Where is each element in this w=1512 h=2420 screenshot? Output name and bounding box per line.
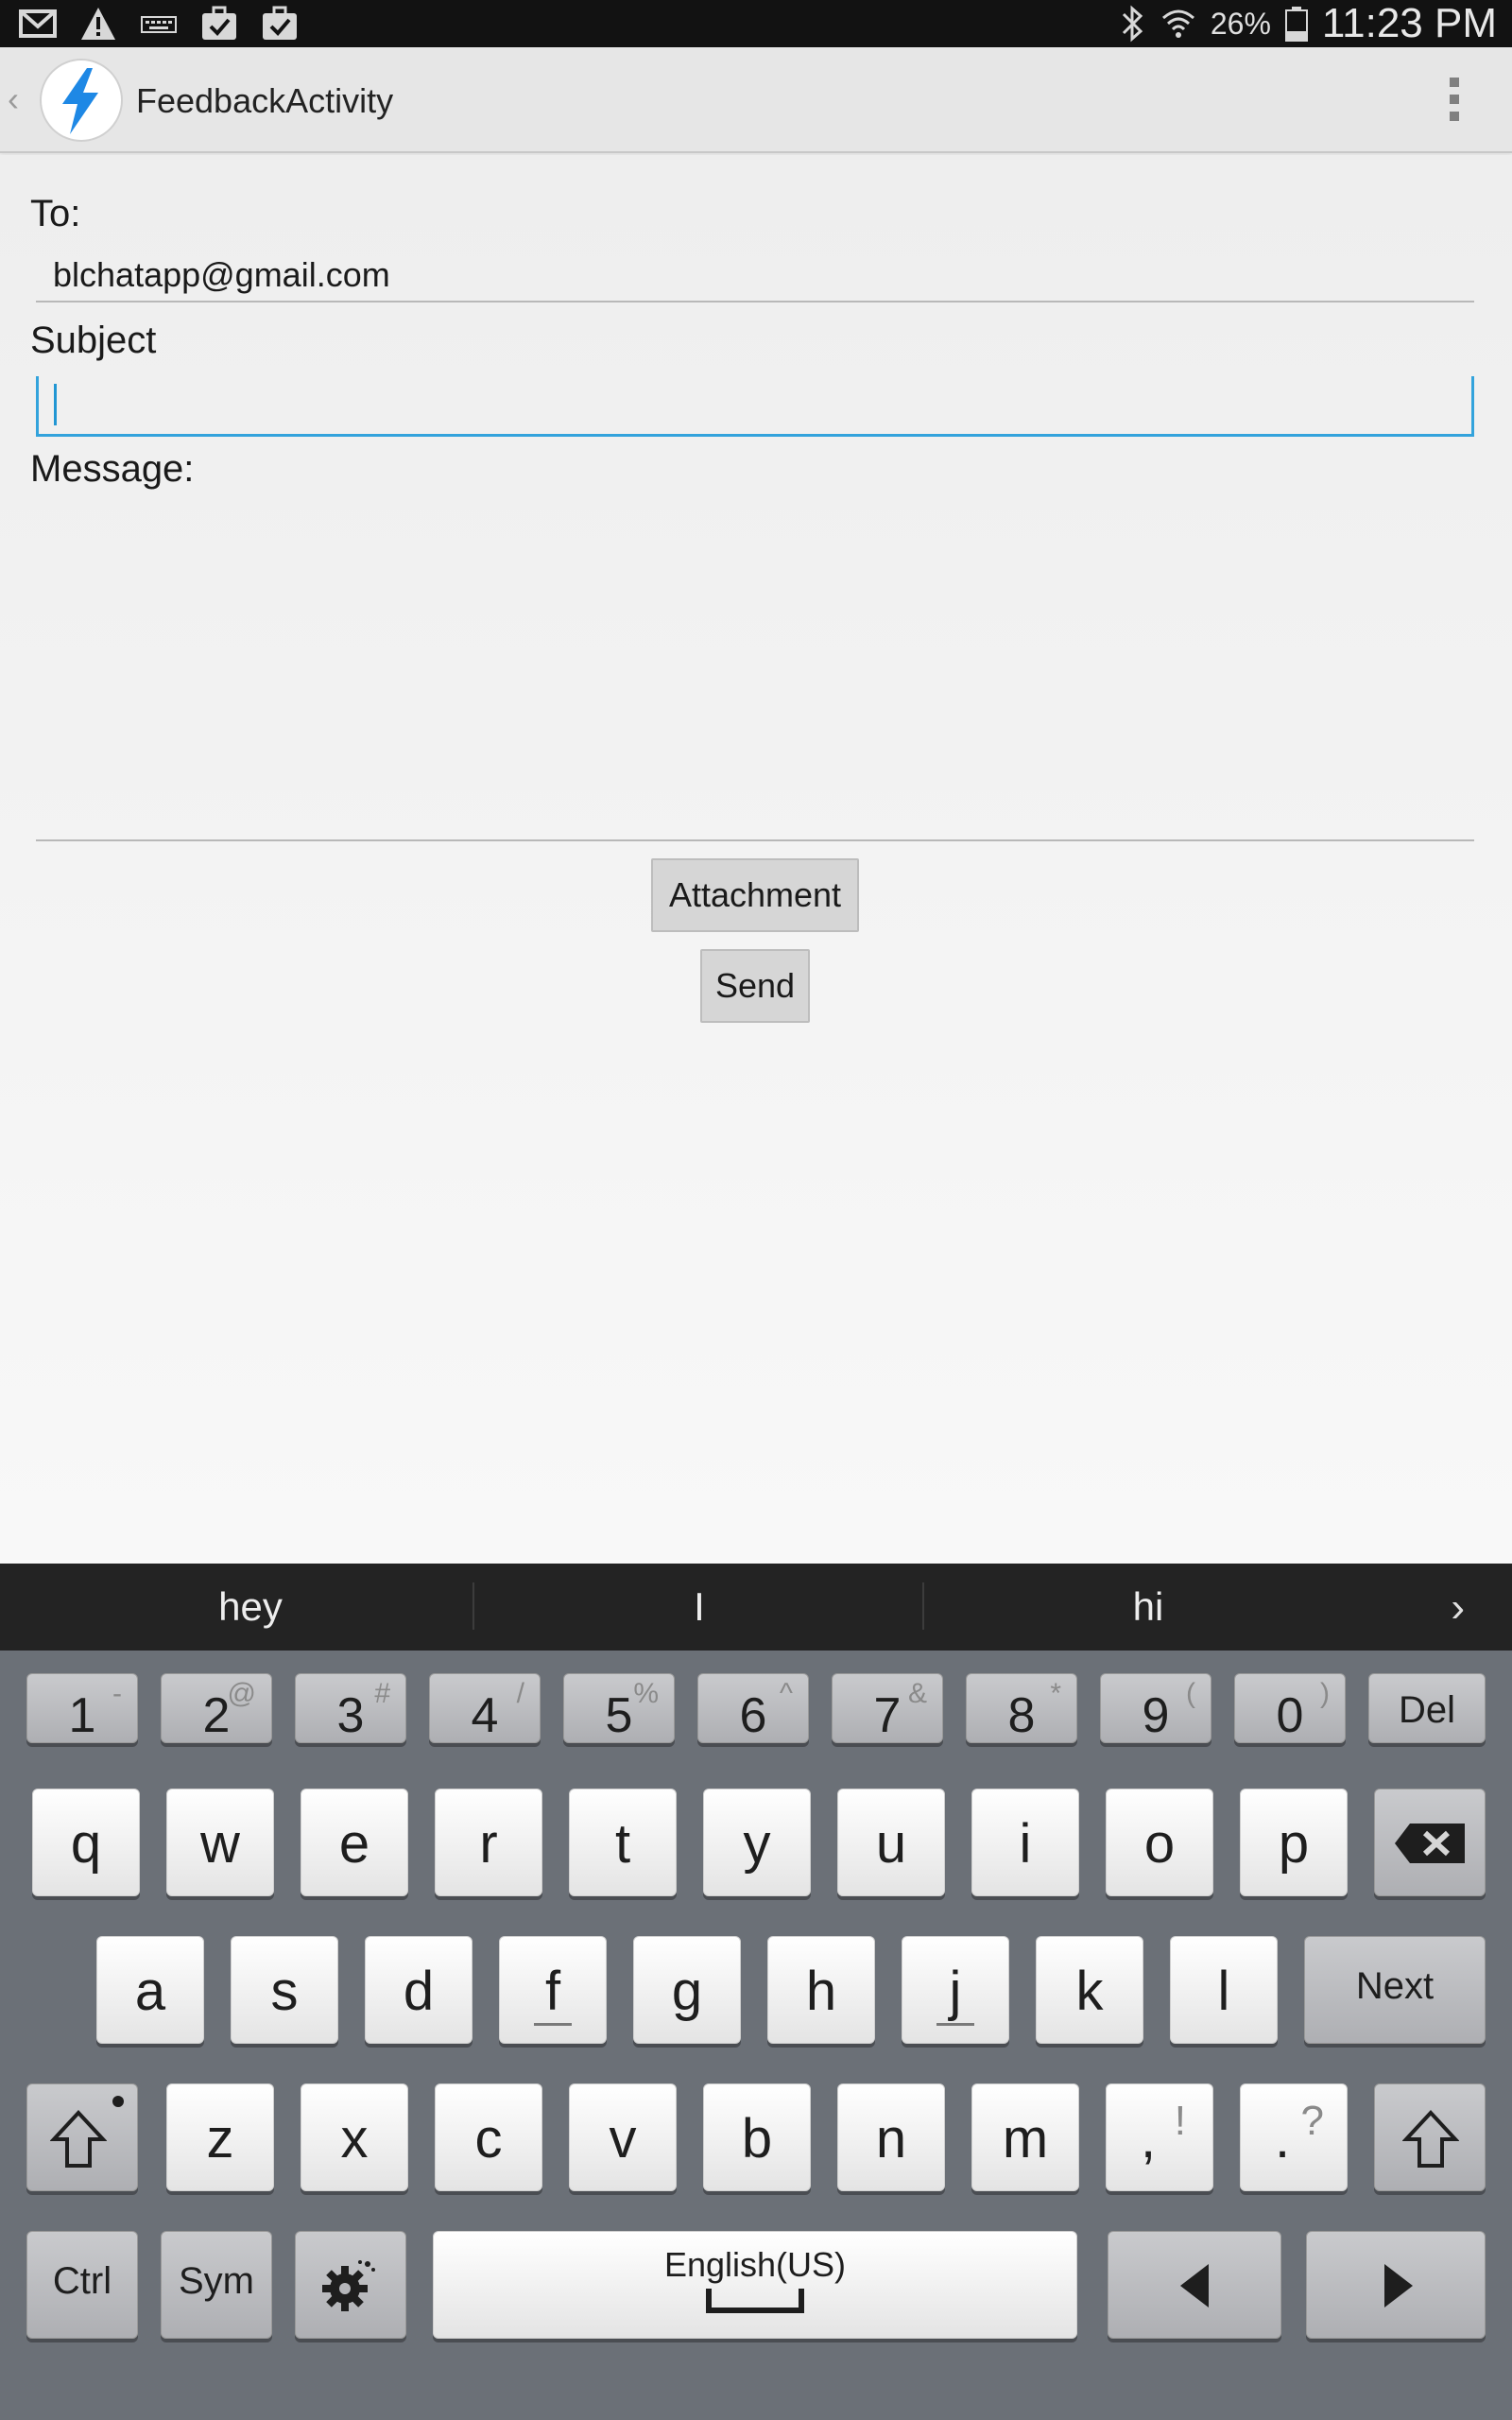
ctrl-key[interactable]: Ctrl: [26, 2231, 138, 2339]
arrow-left-icon: [1180, 2264, 1209, 2308]
key-f[interactable]: f: [499, 1936, 607, 2044]
home-row-marker: [534, 2023, 572, 2026]
key-y[interactable]: y: [703, 1789, 811, 1896]
key-u[interactable]: u: [837, 1789, 945, 1896]
cursor-left-key[interactable]: [1108, 2231, 1281, 2339]
send-button[interactable]: Send: [700, 949, 810, 1023]
to-field[interactable]: blchatapp@gmail.com: [36, 246, 1474, 302]
key-x[interactable]: x: [301, 2083, 408, 2191]
key-b[interactable]: b: [703, 2083, 811, 2191]
gmail-icon: [19, 9, 57, 38]
soft-keyboard: 1- 2 @ 3 # 4/ 5% 6 ^ 7 & 8 * 9( 0) Del q w e …: [0, 1651, 1512, 2420]
key-i[interactable]: i: [971, 1789, 1079, 1896]
app-logo[interactable]: [40, 59, 123, 142]
next-key[interactable]: Next: [1304, 1936, 1486, 2044]
gear-icon: [322, 2260, 375, 2311]
shift-icon: [1402, 2110, 1459, 2168]
wifi-icon: [1161, 9, 1194, 38]
divider: [922, 1582, 924, 1630]
key-8[interactable]: 8 *: [966, 1673, 1077, 1743]
key-r[interactable]: r: [435, 1789, 542, 1896]
message-label: Message:: [30, 448, 195, 490]
overflow-menu-icon[interactable]: [1450, 78, 1461, 121]
space-key[interactable]: English(US): [433, 2231, 1077, 2339]
key-t[interactable]: t: [569, 1789, 677, 1896]
key-g[interactable]: g: [633, 1936, 741, 2044]
arrow-right-icon: [1384, 2264, 1413, 2308]
briefcase-check-icon: [202, 6, 236, 40]
key-2[interactable]: 2 @: [161, 1673, 272, 1743]
backspace-key[interactable]: [1374, 1789, 1486, 1896]
attachment-button[interactable]: Attachment: [651, 858, 859, 932]
page-title: FeedbackActivity: [136, 81, 394, 120]
key-7[interactable]: 7 &: [832, 1673, 943, 1743]
status-bar: 26% 11:23 PM: [0, 0, 1512, 47]
warning-icon: [81, 8, 115, 40]
key-p[interactable]: p: [1240, 1789, 1348, 1896]
briefcase-check-icon: [263, 6, 297, 40]
key-d[interactable]: d: [365, 1936, 472, 2044]
key-k[interactable]: k: [1036, 1936, 1143, 2044]
key-0[interactable]: 0): [1234, 1673, 1346, 1743]
key-period[interactable]: .?: [1240, 2083, 1348, 2191]
key-m[interactable]: m: [971, 2083, 1079, 2191]
action-bar: ‹ FeedbackActivity: [0, 47, 1512, 153]
key-q[interactable]: q: [32, 1789, 140, 1896]
to-label: To:: [30, 193, 81, 234]
bluetooth-icon: [1122, 5, 1143, 43]
status-bar-system: 26% 11:23 PM: [1118, 0, 1497, 47]
key-w[interactable]: w: [166, 1789, 274, 1896]
key-e[interactable]: e: [301, 1789, 408, 1896]
clock: 11:23 PM: [1321, 0, 1497, 46]
shift-icon: [50, 2110, 107, 2168]
message-field[interactable]: [36, 524, 1474, 841]
battery-icon: [1284, 7, 1308, 42]
caps-indicator: [112, 2096, 124, 2107]
key-3[interactable]: 3 #: [295, 1673, 406, 1743]
text-cursor: [54, 384, 57, 425]
suggestion-item[interactable]: hi: [973, 1584, 1323, 1630]
divider: [472, 1582, 474, 1630]
cursor-right-key[interactable]: [1306, 2231, 1486, 2339]
key-9[interactable]: 9(: [1100, 1673, 1211, 1743]
feedback-form: To: blchatapp@gmail.com Subject Message:…: [0, 155, 1512, 1564]
lightning-bolt-icon: [62, 68, 98, 134]
suggestion-bar: hey I hi ›: [0, 1564, 1512, 1651]
key-1[interactable]: 1-: [26, 1673, 138, 1743]
suggestion-item[interactable]: I: [529, 1584, 869, 1630]
battery-percent: 26%: [1210, 6, 1271, 41]
home-row-marker: [936, 2023, 974, 2026]
subject-label: Subject: [30, 320, 157, 361]
key-l[interactable]: l: [1170, 1936, 1278, 2044]
shift-left-key[interactable]: [26, 2083, 138, 2191]
key-h[interactable]: h: [767, 1936, 875, 2044]
del-key[interactable]: Del: [1368, 1673, 1486, 1743]
key-6[interactable]: 6 ^: [697, 1673, 809, 1743]
key-c[interactable]: c: [435, 2083, 542, 2191]
key-j[interactable]: j: [902, 1936, 1009, 2044]
settings-key[interactable]: [295, 2231, 406, 2339]
key-n[interactable]: n: [837, 2083, 945, 2191]
space-icon: [706, 2289, 804, 2313]
key-v[interactable]: v: [569, 2083, 677, 2191]
key-5[interactable]: 5%: [563, 1673, 675, 1743]
key-a[interactable]: a: [96, 1936, 204, 2044]
key-o[interactable]: o: [1106, 1789, 1213, 1896]
key-s[interactable]: s: [231, 1936, 338, 2044]
sym-key[interactable]: Sym: [161, 2231, 272, 2339]
keyboard-icon: [141, 16, 177, 33]
status-bar-notifications: [19, 6, 299, 42]
subject-field[interactable]: [36, 376, 1474, 437]
key-4[interactable]: 4/: [429, 1673, 541, 1743]
chevron-right-icon[interactable]: ›: [1451, 1584, 1465, 1632]
shift-right-key[interactable]: [1374, 2083, 1486, 2191]
key-z[interactable]: z: [166, 2083, 274, 2191]
to-value: blchatapp@gmail.com: [53, 255, 390, 294]
backspace-icon: [1395, 1824, 1465, 1863]
key-comma[interactable]: ,!: [1106, 2083, 1213, 2191]
suggestion-item[interactable]: hey: [76, 1584, 425, 1630]
back-caret-icon[interactable]: ‹: [8, 79, 19, 119]
space-language-label: English(US): [663, 2245, 847, 2284]
